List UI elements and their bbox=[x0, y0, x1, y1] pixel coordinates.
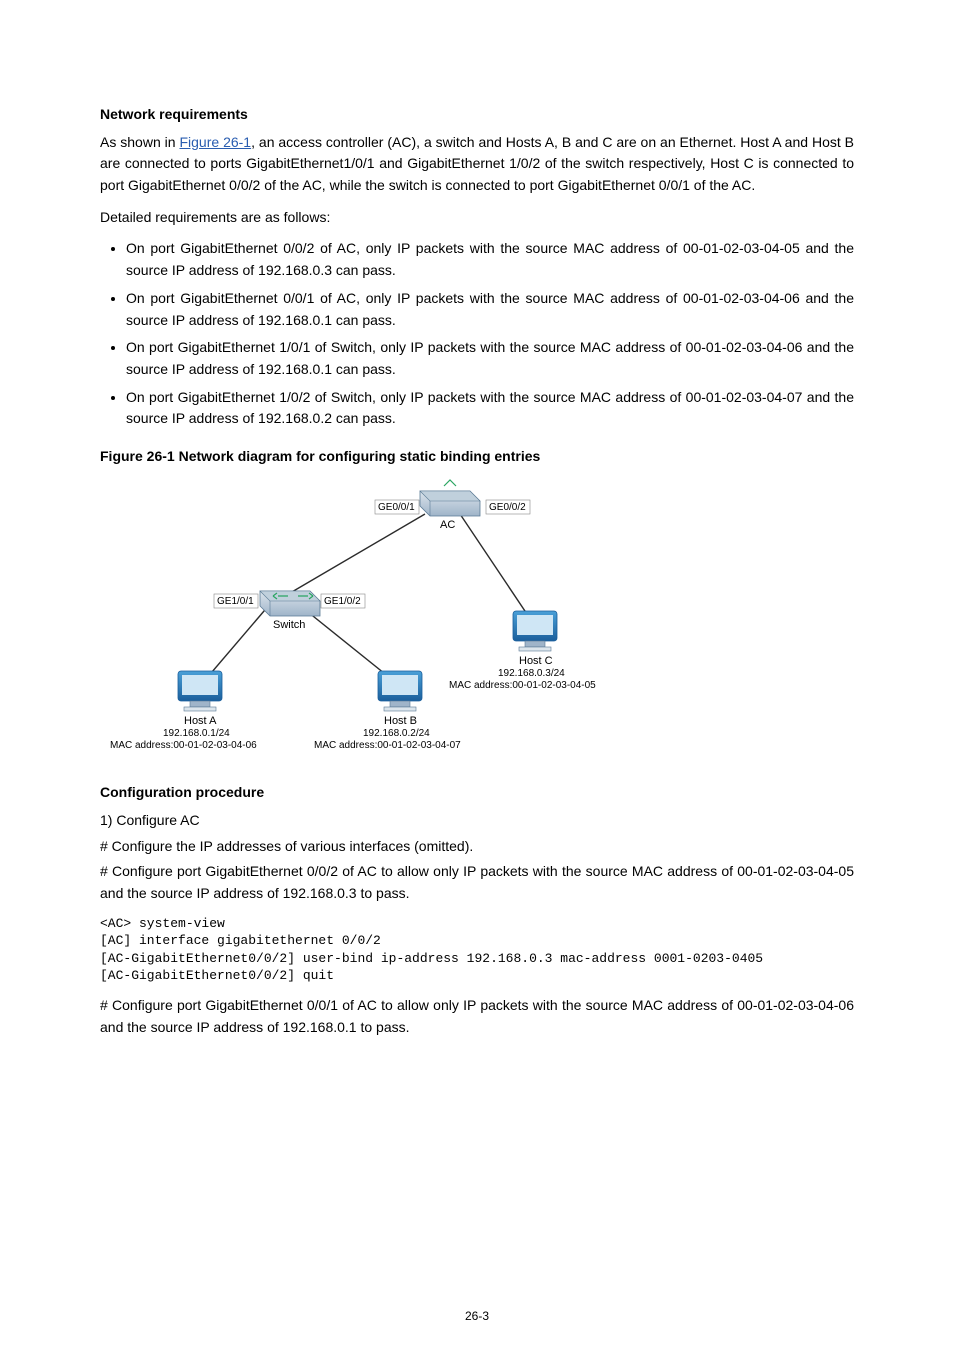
figure-caption-prefix: Figure 26-1 bbox=[100, 448, 175, 464]
host-a-icon bbox=[178, 671, 222, 711]
detailed-requirements-line: Detailed requirements are as follows: bbox=[100, 207, 854, 229]
config-line-2: # Configure port GigabitEthernet 0/0/2 o… bbox=[100, 861, 854, 904]
intro-paragraph: As shown in Figure 26-1, an access contr… bbox=[100, 132, 854, 197]
intro-pre-link: As shown in bbox=[100, 134, 179, 150]
ge101-label: GE1/0/1 bbox=[217, 596, 254, 607]
figure-caption-text: Network diagram for configuring static b… bbox=[175, 448, 541, 464]
hostA-ip: 192.168.0.1/24 bbox=[163, 728, 230, 739]
heading-configuration-procedure: Configuration procedure bbox=[100, 782, 854, 804]
hostB-mac: MAC address:00-01-02-03-04-07 bbox=[314, 740, 461, 751]
hostC-mac: MAC address:00-01-02-03-04-05 bbox=[449, 680, 596, 691]
config-line-1: # Configure the IP addresses of various … bbox=[100, 836, 854, 858]
hostB-ip: 192.168.0.2/24 bbox=[363, 728, 430, 739]
hostB-name: Host B bbox=[384, 715, 417, 727]
config-line-3: # Configure port GigabitEthernet 0/0/1 o… bbox=[100, 995, 854, 1038]
heading-network-requirements: Network requirements bbox=[100, 104, 854, 126]
list-item: On port GigabitEthernet 1/0/1 of Switch,… bbox=[126, 337, 854, 380]
hostA-mac: MAC address:00-01-02-03-04-06 bbox=[110, 740, 257, 751]
list-item: On port GigabitEthernet 0/0/2 of AC, onl… bbox=[126, 238, 854, 281]
hostC-ip: 192.168.0.3/24 bbox=[498, 668, 565, 679]
page-number: 26-3 bbox=[0, 1307, 954, 1326]
figure-link[interactable]: Figure 26-1 bbox=[179, 134, 251, 150]
ge001-label: GE0/0/1 bbox=[378, 502, 415, 513]
command-block-1: <AC> system-view [AC] interface gigabite… bbox=[100, 915, 854, 985]
switch-device-icon bbox=[260, 591, 320, 616]
switch-label: Switch bbox=[273, 619, 305, 631]
ge002-label: GE0/0/2 bbox=[489, 502, 526, 513]
list-item: On port GigabitEthernet 0/0/1 of AC, onl… bbox=[126, 288, 854, 331]
step1-heading: 1) Configure AC bbox=[100, 810, 854, 832]
network-diagram: GE0/0/1 GE0/0/2 AC GE1/0/1 GE1/0/2 Switc… bbox=[100, 476, 680, 763]
ac-label: AC bbox=[440, 519, 455, 531]
ge102-label: GE1/0/2 bbox=[324, 596, 361, 607]
hostA-name: Host A bbox=[184, 715, 217, 727]
host-b-icon bbox=[378, 671, 422, 711]
ac-device-icon bbox=[420, 480, 480, 516]
hostC-name: Host C bbox=[519, 655, 553, 667]
requirements-list: On port GigabitEthernet 0/0/2 of AC, onl… bbox=[100, 238, 854, 430]
list-item: On port GigabitEthernet 1/0/2 of Switch,… bbox=[126, 387, 854, 430]
figure-caption: Figure 26-1 Network diagram for configur… bbox=[100, 446, 854, 468]
host-c-icon bbox=[513, 611, 557, 651]
